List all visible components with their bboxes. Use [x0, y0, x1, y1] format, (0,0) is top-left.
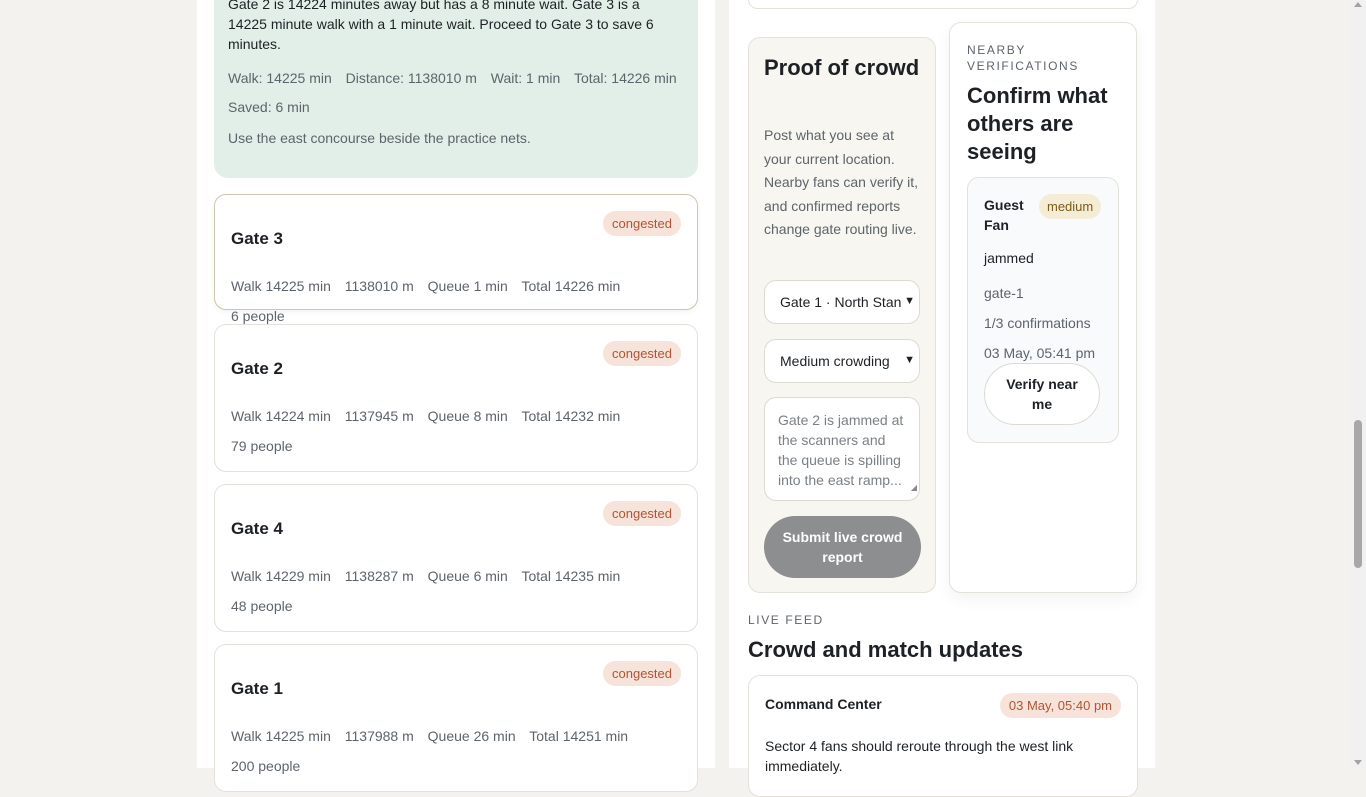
route-hint: Use the east concourse beside the practi…	[228, 130, 531, 146]
route-saved: Saved: 6 min	[228, 99, 310, 115]
route-total: Total: 14226 min	[573, 70, 677, 86]
proof-description: Post what you see at your current locati…	[764, 127, 919, 238]
gate-walk: Walk 14225 min	[231, 278, 331, 294]
gate-card[interactable]: Gate 4 congested Walk 14229 min 1138287 …	[214, 484, 698, 632]
feed-source: Command Center	[765, 696, 882, 712]
chevron-down-icon: ▼	[902, 354, 915, 366]
route-wait: Wait: 1 min	[490, 70, 561, 86]
crowd-level-select[interactable]: Medium crowding ▼	[764, 339, 920, 383]
status-badge: congested	[603, 501, 681, 526]
textarea-placeholder: Gate 2 is jammed at the scanners and the…	[778, 412, 904, 488]
column-divider	[715, 0, 729, 768]
feed-eyebrow: Live feed	[748, 613, 824, 627]
gate-card[interactable]: Gate 3 congested Walk 14225 min 1138010 …	[214, 194, 698, 324]
gate-total: Total 14226 min	[521, 278, 621, 294]
gate-select[interactable]: Gate 1 · North Stand ▼	[764, 280, 920, 324]
scroll-up-icon[interactable]	[1354, 2, 1362, 7]
gate-total: Total 14235 min	[521, 568, 621, 584]
status-badge: congested	[603, 211, 681, 236]
gate-queue: Queue 8 min	[427, 408, 508, 424]
report-user: Guest Fan	[984, 197, 1024, 233]
scroll-down-icon[interactable]	[1354, 760, 1362, 765]
report-status: jammed	[984, 250, 1034, 266]
gate-distance: 1138010 m	[344, 278, 414, 294]
gate-walk: Walk 14225 min	[231, 728, 331, 744]
report-confirmations: 1/3 confirmations	[984, 315, 1091, 331]
gate-card[interactable]: Gate 1 congested Walk 14225 min 1137988 …	[214, 644, 698, 792]
feed-time-badge: 03 May, 05:40 pm	[999, 693, 1121, 718]
status-badge: congested	[603, 661, 681, 686]
gate-queue: Queue 1 min	[427, 278, 508, 294]
gate-card[interactable]: Gate 2 congested Walk 14224 min 1137945 …	[214, 324, 698, 472]
scrollbar-thumb[interactable]	[1354, 420, 1362, 568]
submit-report-button[interactable]: Submit live crowd report	[764, 516, 921, 578]
crowd-report-textarea[interactable]: Gate 2 is jammed at the scanners and the…	[764, 397, 920, 501]
feed-title: Crowd and match updates	[748, 637, 1024, 662]
gate-name: Gate 1	[231, 679, 283, 698]
gate-people: 79 people	[231, 438, 293, 454]
verify-near-me-button[interactable]: Verify near me	[984, 363, 1100, 425]
gate-stats: Walk 14229 min 1138287 m Queue 6 min Tot…	[231, 561, 681, 621]
route-walk: Walk: 14225 min	[228, 70, 332, 86]
route-recommendation-card: Gate 2 is 14224 minutes away but has a 8…	[214, 0, 698, 178]
nearby-verifications-card: Nearby verifications Confirm what others…	[949, 22, 1137, 593]
gate-stats: Walk 14225 min 1137988 m Queue 26 min To…	[231, 721, 681, 781]
resize-handle-icon[interactable]: ◢	[911, 478, 917, 498]
report-card: Guest Fan medium jammed gate-1 1/3 confi…	[967, 177, 1119, 443]
route-message: Gate 2 is 14224 minutes away but has a 8…	[228, 0, 654, 52]
report-gate: gate-1	[984, 285, 1024, 301]
gate-distance: 1137945 m	[344, 408, 414, 424]
gate-queue: Queue 6 min	[427, 568, 508, 584]
route-stats: Walk: 14225 min Distance: 1138010 m Wait…	[228, 64, 688, 122]
crowd-level-value: Medium crowding	[780, 353, 890, 369]
proof-of-crowd-card: Proof of crowd Post what you see at your…	[748, 37, 936, 593]
vertical-scrollbar[interactable]	[1350, 0, 1366, 768]
proof-title: Proof of crowd	[764, 55, 920, 80]
gate-name: Gate 3	[231, 229, 283, 248]
verify-eyebrow: Nearby verifications	[967, 43, 1079, 73]
gate-people: 48 people	[231, 598, 293, 614]
gate-stats: Walk 14225 min 1138010 m Queue 1 min Tot…	[231, 271, 681, 331]
gate-total: Total 14251 min	[529, 728, 629, 744]
gate-total: Total 14232 min	[521, 408, 621, 424]
gate-walk: Walk 14224 min	[231, 408, 331, 424]
gate-people: 200 people	[231, 758, 301, 774]
gate-name: Gate 2	[231, 359, 283, 378]
feed-message: Sector 4 fans should reroute through the…	[765, 738, 1074, 774]
gate-distance: 1137988 m	[344, 728, 414, 744]
gate-walk: Walk 14229 min	[231, 568, 331, 584]
gate-stats: Walk 14224 min 1137945 m Queue 8 min Tot…	[231, 401, 681, 461]
verify-title: Confirm what others are seeing	[967, 83, 1108, 164]
chevron-down-icon: ▼	[902, 295, 915, 307]
crowd-level-badge: medium	[1039, 194, 1102, 219]
route-distance: Distance: 1138010 m	[345, 70, 477, 86]
gate-name: Gate 4	[231, 519, 283, 538]
previous-card-edge	[748, 0, 1138, 9]
gate-queue: Queue 26 min	[427, 728, 516, 744]
gate-select-value: Gate 1 · North Stand	[780, 294, 910, 310]
feed-item: Command Center 03 May, 05:40 pm Sector 4…	[748, 675, 1138, 797]
report-time: 03 May, 05:41 pm	[984, 345, 1096, 361]
status-badge: congested	[603, 341, 681, 366]
gate-people: 6 people	[231, 308, 285, 324]
gate-distance: 1138287 m	[344, 568, 414, 584]
